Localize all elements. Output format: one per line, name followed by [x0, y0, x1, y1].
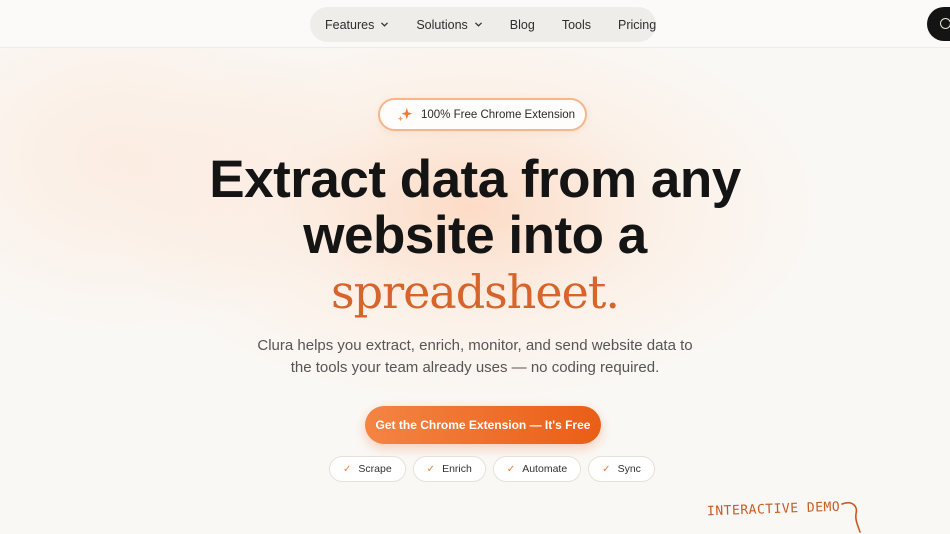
main-nav: Features Solutions Blog Tools Pricing: [310, 7, 656, 42]
chip-scrape: ✓ Scrape: [329, 456, 406, 482]
sparkle-icon: [397, 107, 413, 121]
hero-headline-line-1: Extract data from any: [209, 150, 741, 209]
nav-item-solutions[interactable]: Solutions: [416, 18, 482, 32]
nav-item-features[interactable]: Features: [325, 18, 389, 32]
free-extension-badge: 100% Free Chrome Extension: [378, 98, 587, 131]
check-icon: ✓: [426, 463, 436, 475]
chevron-down-icon: [381, 22, 389, 27]
hero-subtitle-line-1: Clura helps you extract, enrich, monitor…: [257, 337, 693, 354]
chip-label: Scrape: [358, 463, 392, 475]
chip-label: Enrich: [442, 463, 472, 475]
feature-chips: ✓ Scrape ✓ Enrich ✓ Automate ✓ Sync: [329, 456, 662, 482]
nav-item-label: Pricing: [618, 17, 657, 32]
check-icon: ✓: [602, 463, 611, 475]
hero-headline-line-2: website into a: [303, 206, 647, 265]
nav-item-tools[interactable]: Tools: [562, 18, 591, 32]
nav-item-label: Solutions: [416, 17, 468, 32]
check-icon: ✓: [343, 463, 352, 475]
chip-automate: ✓ Automate: [492, 456, 582, 482]
chip-enrich: ✓ Enrich: [412, 456, 486, 482]
hero-subtitle-line-2: the tools your team already uses — no co…: [290, 359, 660, 376]
nav-item-pricing[interactable]: Pricing: [618, 18, 656, 32]
badge-label: 100% Free Chrome Extension: [421, 108, 576, 121]
chevron-down-icon: [474, 22, 482, 27]
get-extension-button[interactable]: Get the Chrome Extension — It's Free: [365, 406, 601, 444]
user-icon: [940, 18, 950, 29]
hero-headline-accent: spreadsheet.: [331, 265, 620, 319]
nav-item-label: Features: [325, 17, 375, 32]
chip-label: Sync: [617, 463, 641, 475]
nav-item-label: Tools: [561, 17, 591, 32]
nav-item-label: Blog: [509, 17, 535, 32]
chip-label: Automate: [522, 463, 568, 475]
check-icon: ✓: [506, 463, 516, 475]
nav-item-blog[interactable]: Blog: [510, 18, 535, 32]
curved-arrow-icon: [841, 501, 861, 533]
chip-sync: ✓ Sync: [588, 456, 655, 482]
